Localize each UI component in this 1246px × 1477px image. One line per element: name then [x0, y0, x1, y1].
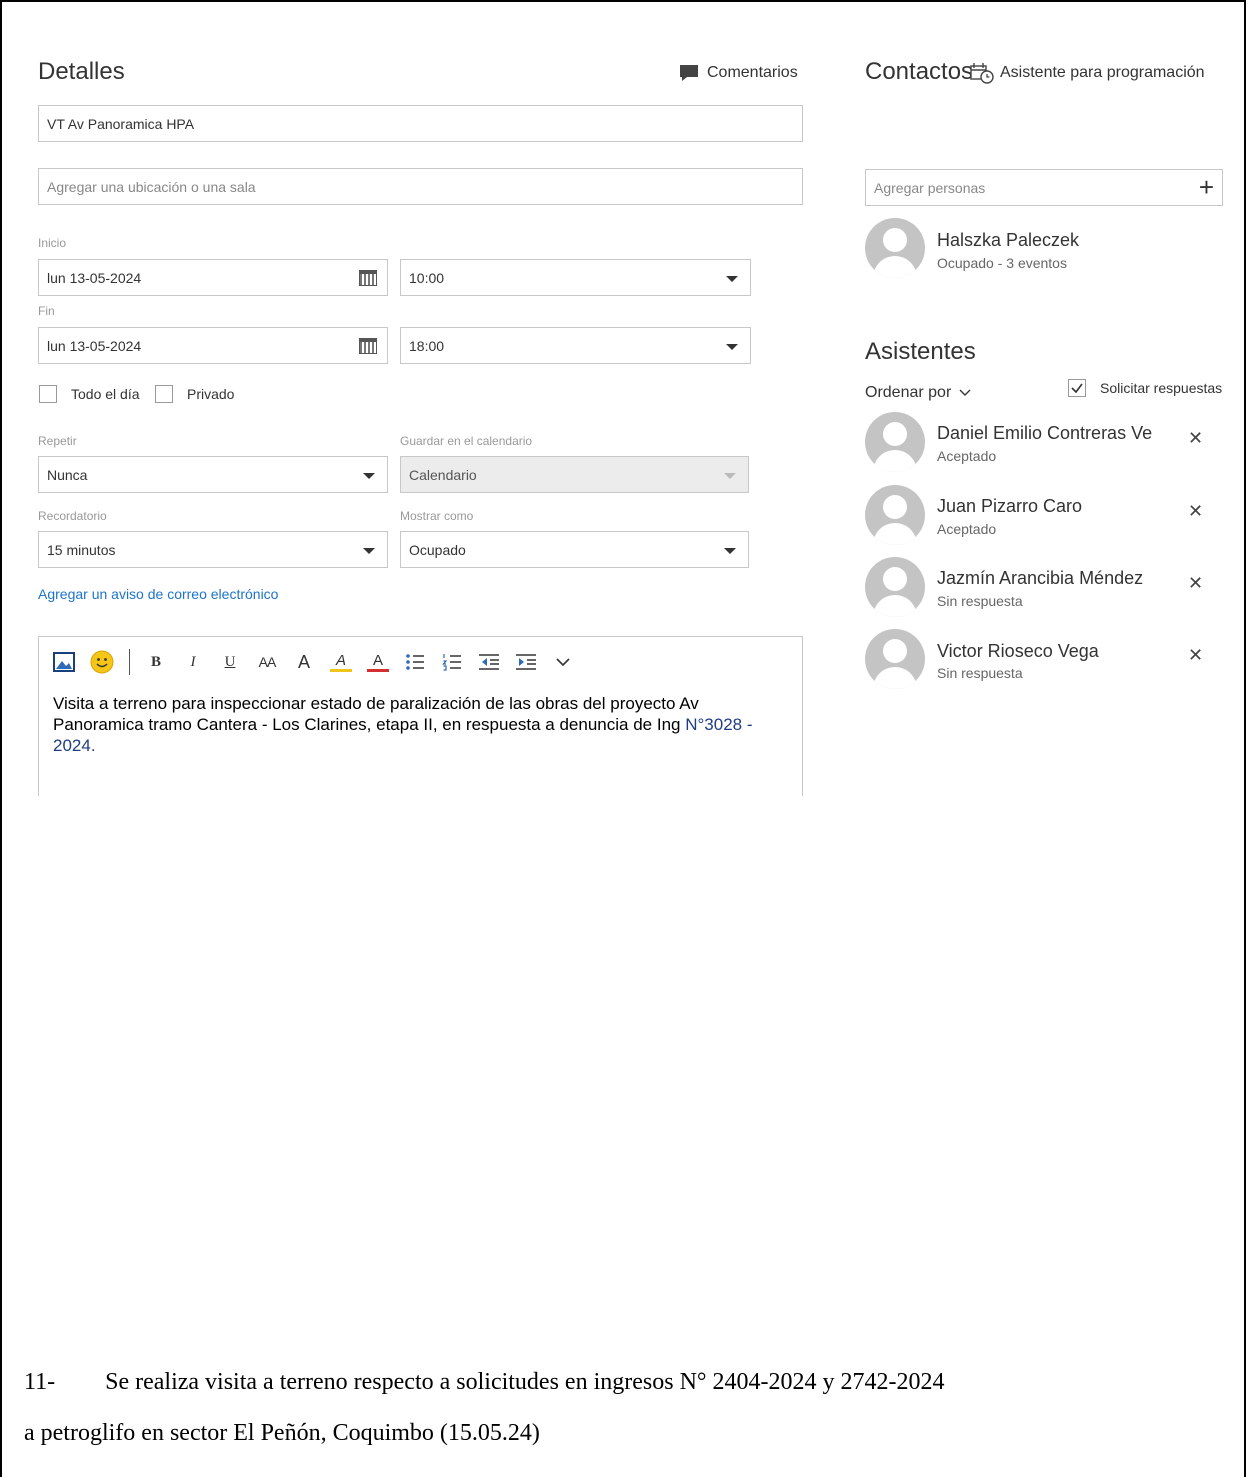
attendee-name: Jazmín Arancibia Méndez — [937, 568, 1144, 588]
end-time-select[interactable]: 18:00 — [400, 327, 751, 364]
add-email-reminder-link[interactable]: Agregar un aviso de correo electrónico — [38, 586, 278, 602]
calendar-select: Calendario — [400, 456, 749, 493]
attendee-status: Sin respuesta — [937, 593, 1023, 609]
bold-icon[interactable]: B — [145, 650, 167, 674]
add-people-input[interactable]: Agregar personas + — [865, 169, 1223, 206]
italic-icon[interactable]: I — [182, 650, 204, 674]
repeat-select[interactable]: Nunca — [38, 456, 388, 493]
calendar-icon[interactable] — [359, 270, 377, 286]
footer-item-number: 11- — [24, 1369, 56, 1395]
page-border-top — [0, 0, 1246, 2]
avatar — [865, 557, 925, 617]
avatar — [865, 485, 925, 545]
repeat-label: Repetir — [38, 434, 77, 448]
footer-line-1: 11- Se realiza visita a terreno respecto … — [24, 1369, 944, 1396]
emoji-icon[interactable] — [90, 650, 114, 674]
chevron-down-icon — [959, 389, 971, 396]
attendee-status: Aceptado — [937, 448, 997, 464]
end-date-input[interactable]: lun 13-05-2024 — [38, 327, 388, 364]
details-title: Detalles — [38, 58, 125, 85]
request-responses-checkbox[interactable] — [1068, 379, 1086, 397]
all-day-checkbox[interactable] — [39, 385, 57, 403]
attendees-title: Asistentes — [865, 338, 976, 365]
avatar — [865, 629, 925, 689]
start-date-input[interactable]: lun 13-05-2024 — [38, 259, 388, 296]
insert-picture-icon[interactable] — [53, 650, 75, 674]
remove-attendee-close-icon[interactable]: ✕ — [1188, 501, 1203, 522]
show-as-label: Mostrar como — [400, 509, 474, 523]
avatar — [865, 412, 925, 472]
chevron-down-icon — [726, 276, 738, 282]
calendar-icon[interactable] — [359, 338, 377, 354]
add-people-placeholder: Agregar personas — [874, 179, 986, 196]
attendee-status: Aceptado — [937, 521, 997, 537]
comments-button[interactable]: Comentarios — [679, 64, 798, 82]
chevron-down-icon — [726, 344, 738, 350]
remove-attendee-close-icon[interactable]: ✕ — [1188, 645, 1203, 666]
remove-attendee-close-icon[interactable]: ✕ — [1188, 573, 1203, 594]
checkmark-icon — [1071, 383, 1083, 394]
attendee-name: Juan Pizarro Caro — [937, 496, 1083, 516]
chevron-down-icon — [363, 548, 375, 554]
calendar-value: Calendario — [409, 466, 477, 483]
chevron-down-icon — [724, 548, 736, 554]
font-size-icon[interactable]: AA — [256, 650, 278, 674]
format-toolbar: B I U AA A A A — [53, 649, 574, 675]
repeat-value: Nunca — [47, 466, 88, 483]
body-text-main: Visita a terreno para inspeccionar estad… — [53, 694, 699, 734]
start-time-value: 10:00 — [409, 269, 445, 286]
scheduling-assistant-button[interactable]: Asistente para programación — [970, 62, 1205, 84]
sort-by-dropdown[interactable]: Ordenar por — [865, 384, 971, 402]
decrease-indent-icon[interactable] — [478, 650, 500, 674]
attendee-name: Daniel Emilio Contreras Ve — [937, 423, 1153, 443]
attendee-name: Victor Rioseco Vega — [937, 641, 1099, 661]
private-label: Privado — [187, 386, 235, 402]
end-date-value: lun 13-05-2024 — [47, 337, 142, 354]
comments-label: Comentarios — [707, 64, 798, 81]
save-in-label: Guardar en el calendario — [400, 434, 533, 448]
chevron-down-icon — [363, 473, 375, 479]
page-border-left — [0, 0, 2, 1477]
font-color-icon[interactable]: A — [367, 652, 389, 672]
start-date-value: lun 13-05-2024 — [47, 269, 142, 286]
avatar — [865, 218, 925, 278]
start-label: Inicio — [38, 236, 67, 250]
start-time-select[interactable]: 10:00 — [400, 259, 751, 296]
reminder-label: Recordatorio — [38, 509, 107, 523]
private-checkbox[interactable] — [155, 385, 173, 403]
sort-by-label: Ordenar por — [865, 384, 952, 401]
contacts-title: Contactos — [865, 58, 974, 85]
numbered-list-icon[interactable] — [441, 650, 463, 674]
subject-input[interactable]: VT Av Panoramica HPA — [38, 105, 803, 142]
body-editor[interactable]: B I U AA A A A Visita a terreno para ins… — [38, 636, 803, 796]
increase-indent-icon[interactable] — [515, 650, 537, 674]
scheduling-calendar-icon — [970, 63, 994, 84]
underline-icon[interactable]: U — [219, 650, 241, 674]
bullet-list-icon[interactable] — [404, 650, 426, 674]
location-input[interactable]: Agregar una ubicación o una sala — [38, 168, 803, 205]
show-as-value: Ocupado — [409, 541, 466, 558]
end-label: Fin — [38, 304, 55, 318]
more-options-chevron-icon[interactable] — [552, 650, 574, 674]
footer-item-text: Se realiza visita a terreno respecto a s… — [105, 1369, 945, 1395]
toolbar-separator — [129, 649, 130, 675]
scheduling-assistant-label: Asistente para programación — [1000, 64, 1205, 81]
grow-font-icon[interactable]: A — [293, 650, 315, 674]
comment-icon — [680, 65, 698, 81]
reminder-select[interactable]: 15 minutos — [38, 531, 388, 568]
show-as-select[interactable]: Ocupado — [400, 531, 749, 568]
attendee-status: Sin respuesta — [937, 665, 1023, 681]
all-day-label: Todo el día — [71, 386, 140, 402]
highlight-icon[interactable]: A — [330, 652, 352, 672]
chevron-down-icon — [724, 473, 736, 479]
footer-line-2: a petroglifo en sector El Peñón, Coquimb… — [24, 1420, 540, 1446]
organizer-name: Halszka Paleczek — [937, 230, 1080, 250]
request-responses-label: Solicitar respuestas — [1100, 380, 1223, 396]
end-time-value: 18:00 — [409, 337, 445, 354]
add-icon[interactable]: + — [1199, 174, 1214, 200]
organizer-status: Ocupado - 3 eventos — [937, 255, 1067, 271]
remove-attendee-close-icon[interactable]: ✕ — [1188, 428, 1203, 449]
body-text[interactable]: Visita a terreno para inspeccionar estad… — [53, 693, 793, 756]
reminder-value: 15 minutos — [47, 541, 116, 558]
